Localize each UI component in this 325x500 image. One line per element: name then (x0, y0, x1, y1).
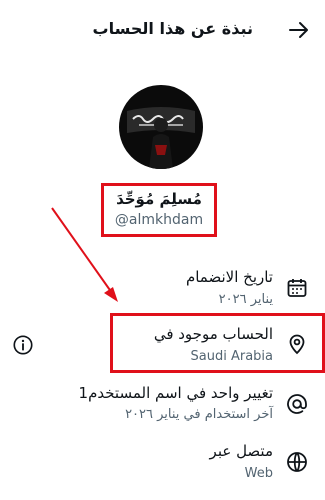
connected-via-value: Web (244, 466, 273, 481)
row-connected-via: متصل عبر Web (0, 432, 325, 492)
back-arrow-icon[interactable] (287, 18, 311, 42)
row-joined: تاريخ الانضمام يناير ٢٠٢٦ (0, 258, 325, 318)
page-title: نبذة عن هذا الحساب (92, 19, 253, 38)
avatar[interactable] (119, 85, 203, 169)
info-icon[interactable] (12, 334, 34, 356)
username: @almkhdam (114, 212, 204, 228)
joined-date: يناير ٢٠٢٦ (218, 292, 273, 307)
username-change-date: آخر استخدام في يناير ٢٠٢٦ (125, 407, 273, 422)
connected-via-label: متصل عبر (209, 442, 273, 460)
display-name: مُسلِمَ مُوَحِّدَ (116, 190, 202, 208)
profile-name-highlight: مُسلِمَ مُوَحِّدَ @almkhdam (101, 183, 217, 237)
globe-icon (287, 452, 307, 472)
at-sign-icon (287, 394, 307, 414)
calendar-icon (287, 279, 307, 297)
header: نبذة عن هذا الحساب (0, 0, 325, 60)
location-highlight (110, 313, 325, 373)
joined-label: تاريخ الانضمام (185, 268, 273, 286)
username-change-label: تغيير واحد في اسم المستخدم1 (78, 384, 273, 402)
row-username-change: تغيير واحد في اسم المستخدم1 آخر استخدام … (0, 374, 325, 434)
